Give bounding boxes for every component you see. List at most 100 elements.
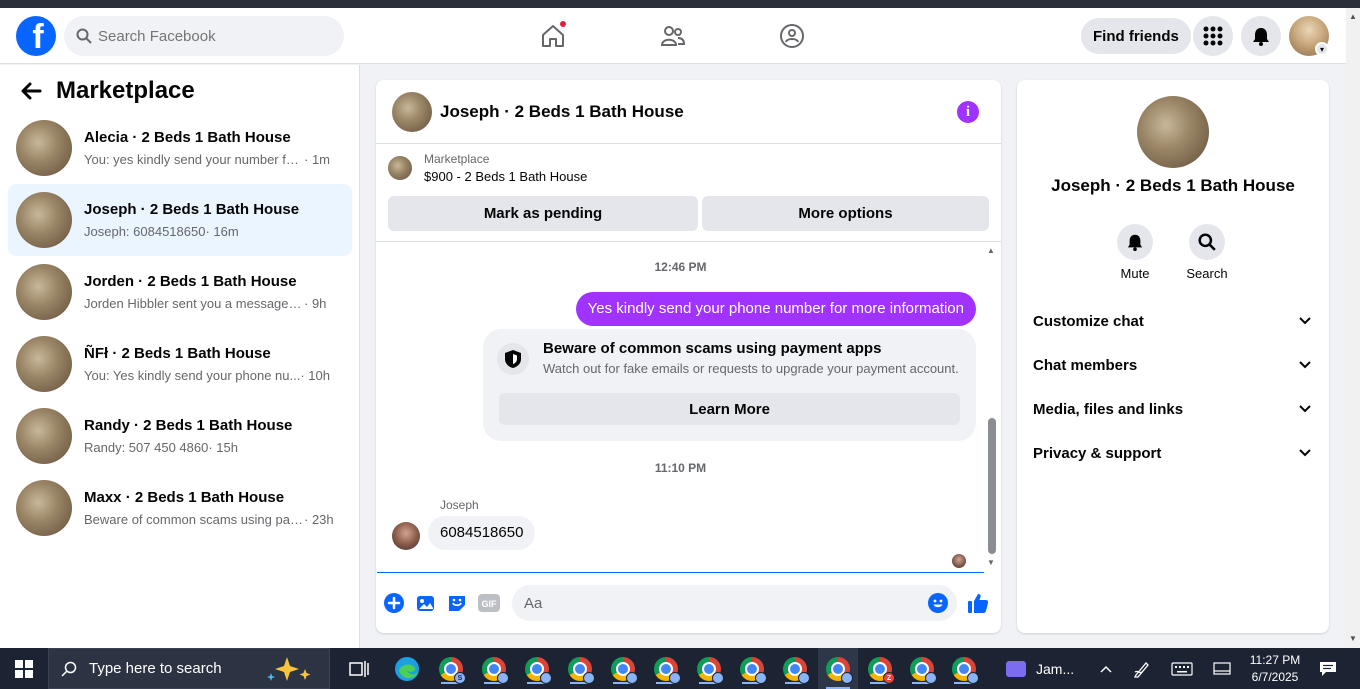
conversation-item-alecia[interactable]: Alecia · 2 Beds 1 Bath House You: yes kin… bbox=[8, 112, 352, 184]
chat-scrollbar-thumb[interactable] bbox=[988, 418, 996, 554]
chrome-app-button[interactable]: S bbox=[436, 654, 466, 684]
chrome-app-button[interactable] bbox=[479, 654, 509, 684]
home-nav-button[interactable] bbox=[531, 16, 575, 56]
search-in-chat-button[interactable]: Search bbox=[1177, 224, 1237, 281]
divider bbox=[376, 241, 1001, 242]
touch-keyboard-button[interactable] bbox=[1168, 648, 1196, 689]
conversation-time: · 10h bbox=[300, 368, 330, 383]
conversation-item-maxx[interactable]: Maxx · 2 Beds 1 Bath House Beware of comm… bbox=[8, 472, 352, 544]
scroll-up-arrow-icon[interactable]: ▲ bbox=[1349, 12, 1357, 21]
chevron-up-icon bbox=[1100, 665, 1112, 673]
chrome-icon bbox=[826, 656, 853, 684]
sticker-icon[interactable] bbox=[446, 592, 468, 614]
chrome-app-button[interactable] bbox=[907, 654, 937, 684]
chrome-icon: Z bbox=[868, 657, 895, 684]
facebook-logo[interactable]: f bbox=[16, 16, 56, 56]
chrome-app-button[interactable] bbox=[522, 654, 552, 684]
start-button[interactable] bbox=[0, 648, 48, 689]
chrome-app-button[interactable] bbox=[780, 654, 810, 684]
media-files-links-section[interactable]: Media, files and links bbox=[1033, 391, 1319, 427]
notifications-button[interactable] bbox=[1241, 16, 1281, 56]
conversation-item-jorden[interactable]: Jorden · 2 Beds 1 Bath House Jorden Hibbl… bbox=[8, 256, 352, 328]
menu-button[interactable] bbox=[1193, 16, 1233, 56]
listing-summary[interactable]: Marketplace $900 - 2 Beds 1 Bath House bbox=[388, 152, 587, 184]
chrome-app-button-active[interactable] bbox=[818, 648, 858, 689]
back-arrow-icon[interactable] bbox=[20, 81, 42, 101]
scroll-down-arrow-icon[interactable]: ▼ bbox=[1349, 634, 1357, 643]
section-label: Privacy & support bbox=[1033, 444, 1162, 462]
search-icon bbox=[61, 661, 77, 677]
sparkle-icon bbox=[267, 657, 311, 681]
listing-thumbnail bbox=[16, 480, 72, 536]
svg-text:GIF: GIF bbox=[482, 599, 498, 609]
search-input[interactable] bbox=[98, 27, 318, 45]
friends-nav-button[interactable] bbox=[651, 16, 695, 56]
chrome-app-button[interactable] bbox=[651, 654, 681, 684]
chrome-profile-badge bbox=[925, 672, 937, 684]
emoji-icon[interactable] bbox=[927, 592, 949, 614]
outgoing-message-bubble[interactable]: Yes kindly send your phone number for mo… bbox=[575, 292, 976, 326]
message-input[interactable] bbox=[512, 585, 957, 621]
search-box[interactable] bbox=[64, 16, 344, 56]
chat-avatar[interactable] bbox=[392, 91, 432, 132]
more-options-button[interactable]: More options bbox=[702, 196, 989, 231]
chrome-app-button[interactable]: Z bbox=[865, 654, 895, 684]
incoming-message-bubble[interactable]: 6084518650 bbox=[428, 516, 536, 550]
conversation-title: Jorden · 2 Beds 1 Bath House bbox=[84, 273, 297, 290]
conversation-item-joseph[interactable]: Joseph · 2 Beds 1 Bath House Joseph: 6084… bbox=[8, 184, 352, 256]
chrome-app-button[interactable] bbox=[608, 654, 638, 684]
chat-members-section[interactable]: Chat members bbox=[1033, 347, 1319, 383]
meeting-app-button[interactable]: Jam... bbox=[1006, 648, 1074, 689]
conversation-item-randy[interactable]: Randy · 2 Beds 1 Bath House Randy: 507 45… bbox=[8, 400, 352, 472]
chrome-app-button[interactable] bbox=[949, 654, 979, 684]
task-view-icon bbox=[349, 661, 369, 677]
chevron-down-icon[interactable]: ▾ bbox=[1315, 42, 1329, 56]
pen-button[interactable] bbox=[1130, 648, 1154, 689]
photo-icon[interactable] bbox=[415, 592, 437, 614]
scroll-up-arrow-icon[interactable]: ▲ bbox=[987, 246, 995, 255]
taskbar-search-box[interactable]: Type here to search bbox=[48, 648, 330, 689]
conversation-preview: Joseph: 6084518650 bbox=[84, 224, 206, 239]
browser-top-strip bbox=[0, 0, 1360, 8]
find-friends-button[interactable]: Find friends bbox=[1081, 18, 1191, 54]
chat-profile-image[interactable] bbox=[1137, 96, 1209, 168]
show-hidden-icons-button[interactable] bbox=[1096, 648, 1116, 689]
sender-avatar[interactable] bbox=[392, 522, 420, 550]
chrome-profile-badge bbox=[583, 672, 595, 684]
chrome-app-button[interactable] bbox=[565, 654, 595, 684]
mark-as-pending-button[interactable]: Mark as pending bbox=[388, 196, 698, 231]
search-icon bbox=[1198, 233, 1216, 251]
privacy-support-section[interactable]: Privacy & support bbox=[1033, 435, 1319, 471]
learn-more-button[interactable]: Learn More bbox=[499, 393, 960, 425]
chat-header: Joseph · 2 Beds 1 Bath House i bbox=[376, 80, 1001, 144]
chat-title[interactable]: Joseph · 2 Beds 1 Bath House bbox=[440, 102, 684, 122]
scroll-down-arrow-icon[interactable]: ▼ bbox=[987, 558, 995, 567]
conversation-item-nfl[interactable]: ÑFł · 2 Beds 1 Bath House You: Yes kindly… bbox=[8, 328, 352, 400]
customize-chat-section[interactable]: Customize chat bbox=[1033, 303, 1319, 339]
edge-app-button[interactable] bbox=[392, 654, 422, 684]
task-view-button[interactable] bbox=[344, 654, 374, 684]
display-button[interactable] bbox=[1208, 648, 1236, 689]
chrome-icon bbox=[654, 657, 681, 684]
thumbs-up-icon[interactable] bbox=[967, 592, 989, 614]
chrome-app-button[interactable] bbox=[694, 654, 724, 684]
notification-center-button[interactable] bbox=[1314, 648, 1342, 689]
conversation-title: Joseph · 2 Beds 1 Bath House bbox=[84, 201, 300, 218]
conversation-title: Maxx · 2 Beds 1 Bath House bbox=[84, 489, 285, 506]
groups-nav-button[interactable] bbox=[770, 16, 814, 56]
info-icon[interactable]: i bbox=[957, 101, 979, 123]
plus-icon[interactable] bbox=[383, 592, 405, 614]
bell-icon bbox=[1127, 234, 1143, 251]
shield-icon bbox=[497, 343, 529, 375]
chat-details-panel: Joseph · 2 Beds 1 Bath House Mute Search… bbox=[1017, 80, 1329, 633]
system-clock[interactable]: 11:27 PM 6/7/2025 bbox=[1240, 652, 1310, 686]
mute-button[interactable]: Mute bbox=[1105, 224, 1165, 281]
grid-menu-icon bbox=[1203, 26, 1223, 46]
gif-icon[interactable]: GIF bbox=[478, 592, 500, 614]
windows-taskbar: Type here to search S Z Jam... 11:27 PM … bbox=[0, 648, 1360, 689]
conversation-preview: Beware of common scams using pay... bbox=[84, 512, 304, 527]
listing-thumbnail bbox=[16, 120, 72, 176]
page-scrollbar[interactable]: ▲ ▼ bbox=[1346, 8, 1360, 648]
chat-details-name: Joseph · 2 Beds 1 Bath House bbox=[1051, 176, 1295, 195]
chrome-app-button[interactable] bbox=[737, 654, 767, 684]
